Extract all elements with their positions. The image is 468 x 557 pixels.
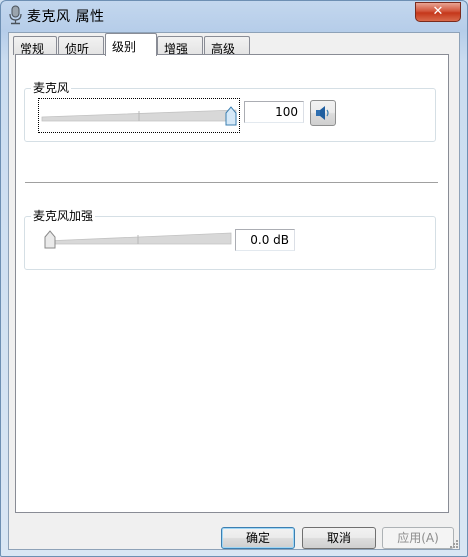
resize-grip-icon[interactable]	[447, 537, 459, 549]
dialog-body: 常规 侦听 级别 增强 高级 麦克风 100 麦克风加强 0.0 dB 确定 取…	[8, 32, 460, 550]
tab-enhancements[interactable]: 增强	[157, 36, 203, 56]
tab-general[interactable]: 常规	[13, 36, 57, 56]
close-icon: ✕	[432, 4, 444, 19]
microphone-group: 麦克风 100	[24, 81, 436, 142]
cancel-button[interactable]: 取消	[302, 527, 376, 549]
microphone-group-label: 麦克风	[31, 81, 72, 95]
mute-toggle-button[interactable]	[310, 100, 336, 126]
properties-window: 麦克风 属性 ✕ 常规 侦听 级别 增强 高级 麦克风 100 麦克风加强 0.…	[0, 0, 468, 557]
microphone-slider[interactable]	[41, 99, 237, 129]
tab-levels[interactable]: 级别	[105, 33, 157, 56]
microphone-boost-label: 麦克风加强	[31, 209, 96, 223]
microphone-boost-slider[interactable]	[44, 223, 232, 253]
apply-button-label: 应用(A)	[397, 531, 439, 545]
ok-button[interactable]: 确定	[221, 527, 295, 549]
microphone-level-input[interactable]: 100	[244, 101, 304, 123]
microphone-boost-input[interactable]: 0.0 dB	[235, 229, 295, 251]
microphone-level-value: 100	[275, 105, 298, 119]
tab-advanced[interactable]: 高级	[204, 36, 250, 56]
title-bar[interactable]: 麦克风 属性 ✕	[1, 1, 467, 31]
microphone-icon	[7, 5, 25, 25]
levels-panel: 麦克风 100 麦克风加强 0.0 dB	[15, 54, 449, 513]
close-button[interactable]: ✕	[415, 2, 461, 22]
tab-listen[interactable]: 侦听	[58, 36, 104, 56]
microphone-boost-group: 麦克风加强 0.0 dB	[24, 209, 436, 270]
apply-button[interactable]: 应用(A)	[382, 527, 454, 549]
tab-label: 级别	[112, 40, 137, 54]
separator	[25, 182, 438, 184]
speaker-icon	[316, 106, 329, 120]
cancel-button-label: 取消	[326, 531, 351, 545]
ok-button-label: 确定	[245, 531, 270, 545]
slider-thumb	[44, 230, 56, 249]
microphone-boost-value: 0.0 dB	[250, 233, 289, 247]
window-title: 麦克风 属性	[27, 9, 105, 25]
